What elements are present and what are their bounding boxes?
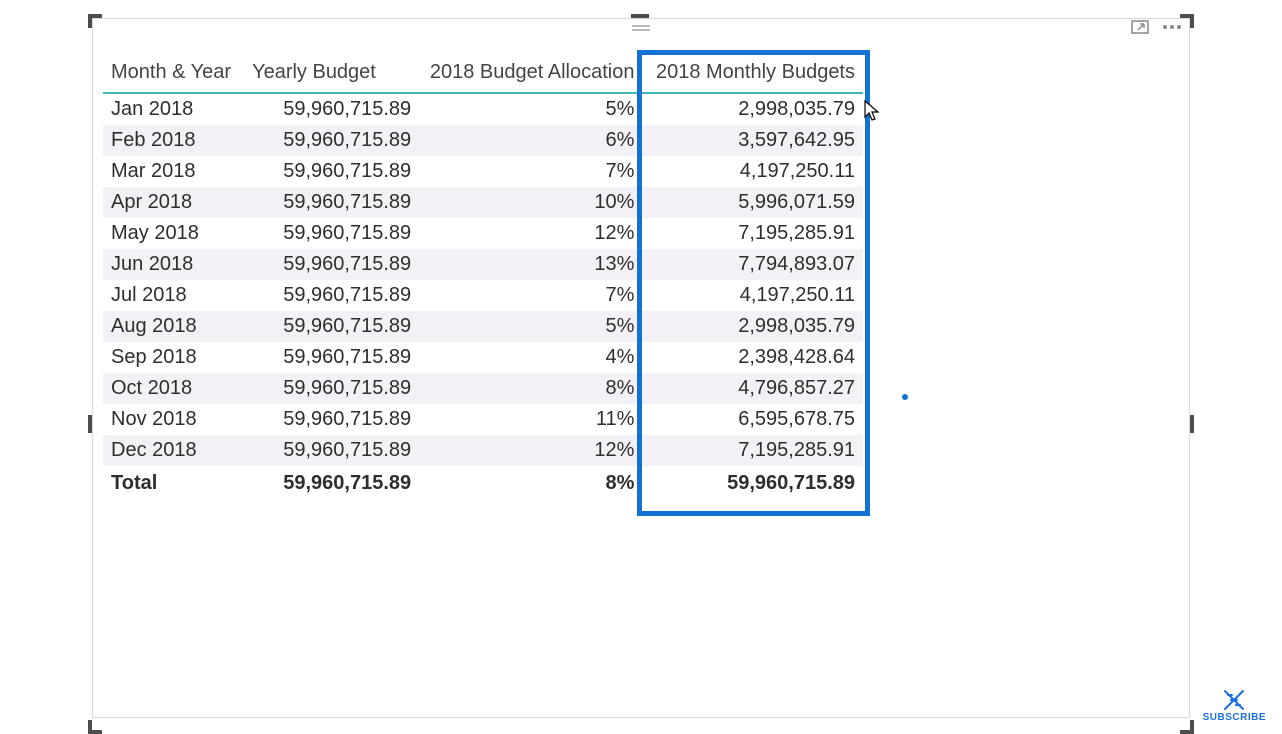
cell-alloc: 5% [419,311,642,342]
table-row[interactable]: Dec 201859,960,715.8912%7,195,285.91 [103,435,863,466]
total-alloc: 8% [419,466,642,499]
table-row[interactable]: Apr 201859,960,715.8910%5,996,071.59 [103,187,863,218]
cell-yearly: 59,960,715.89 [244,187,419,218]
cell-month: Aug 2018 [103,311,244,342]
cell-yearly: 59,960,715.89 [244,125,419,156]
col-header-month-label: Month & Year [111,61,231,83]
cell-yearly: 59,960,715.89 [244,342,419,373]
cell-month: Jan 2018 [103,94,244,125]
cell-month: Feb 2018 [103,125,244,156]
col-header-month[interactable]: Month & Year [103,55,244,94]
table-header-row[interactable]: Month & Year Yearly Budget 2018 Budget A… [103,55,863,94]
table-row[interactable]: Oct 201859,960,715.898%4,796,857.27 [103,373,863,404]
dot-icon [902,394,908,400]
table-row[interactable]: Jun 201859,960,715.8913%7,794,893.07 [103,249,863,280]
col-header-alloc-label: 2018 Budget Allocation [430,61,635,83]
total-label: Total [103,466,244,499]
cell-yearly: 59,960,715.89 [244,435,419,466]
cell-monthly: 6,595,678.75 [642,404,863,435]
cell-month: Apr 2018 [103,187,244,218]
more-options-button[interactable] [1161,16,1183,38]
cell-yearly: 59,960,715.89 [244,311,419,342]
table-row[interactable]: May 201859,960,715.8912%7,195,285.91 [103,218,863,249]
cell-monthly: 7,794,893.07 [642,249,863,280]
frame-handle-right[interactable] [1190,415,1194,433]
table-row[interactable]: Aug 201859,960,715.895%2,998,035.79 [103,311,863,342]
subscribe-badge[interactable]: SUBSCRIBE [1203,689,1266,723]
cell-monthly: 4,197,250.11 [642,280,863,311]
cell-yearly: 59,960,715.89 [244,280,419,311]
cell-month: Nov 2018 [103,404,244,435]
table-row[interactable]: Feb 201859,960,715.896%3,597,642.95 [103,125,863,156]
table-row[interactable]: Sep 201859,960,715.894%2,398,428.64 [103,342,863,373]
cell-month: Jun 2018 [103,249,244,280]
focus-mode-button[interactable] [1129,16,1151,38]
cell-monthly: 2,398,428.64 [642,342,863,373]
focus-mode-icon [1131,20,1149,34]
cell-alloc: 10% [419,187,642,218]
table-row[interactable]: Jan 201859,960,715.895%2,998,035.79 [103,94,863,125]
cell-monthly: 7,195,285.91 [642,218,863,249]
cell-month: Oct 2018 [103,373,244,404]
col-header-yearly-label: Yearly Budget [252,61,376,83]
cell-month: Dec 2018 [103,435,244,466]
cell-alloc: 7% [419,156,642,187]
cell-alloc: 6% [419,125,642,156]
cell-alloc: 4% [419,342,642,373]
cell-alloc: 7% [419,280,642,311]
col-header-alloc[interactable]: 2018 Budget Allocation [419,55,642,94]
cell-yearly: 59,960,715.89 [244,373,419,404]
cell-yearly: 59,960,715.89 [244,249,419,280]
drag-grip-icon[interactable] [632,25,650,31]
table-row[interactable]: Mar 201859,960,715.897%4,197,250.11 [103,156,863,187]
ellipsis-icon [1162,24,1182,30]
cell-yearly: 59,960,715.89 [244,156,419,187]
total-yearly: 59,960,715.89 [244,466,419,499]
cell-alloc: 11% [419,404,642,435]
table-visual[interactable]: Month & Year Yearly Budget 2018 Budget A… [92,18,1190,718]
table-total-row: Total 59,960,715.89 8% 59,960,715.89 [103,466,863,499]
cell-alloc: 12% [419,435,642,466]
frame-corner-bl [88,720,102,734]
table-row[interactable]: Jul 201859,960,715.897%4,197,250.11 [103,280,863,311]
cell-yearly: 59,960,715.89 [244,218,419,249]
cell-monthly: 5,996,071.59 [642,187,863,218]
cell-yearly: 59,960,715.89 [244,94,419,125]
table-row[interactable]: Nov 201859,960,715.8911%6,595,678.75 [103,404,863,435]
col-header-monthly[interactable]: 2018 Monthly Budgets [642,55,863,94]
cell-yearly: 59,960,715.89 [244,404,419,435]
frame-corner-br [1180,720,1194,734]
cell-monthly: 2,998,035.79 [642,94,863,125]
cell-month: Mar 2018 [103,156,244,187]
total-monthly: 59,960,715.89 [642,466,863,499]
col-header-yearly[interactable]: Yearly Budget [244,55,419,94]
cell-month: Sep 2018 [103,342,244,373]
cell-monthly: 7,195,285.91 [642,435,863,466]
cell-monthly: 4,796,857.27 [642,373,863,404]
cell-month: May 2018 [103,218,244,249]
cell-alloc: 5% [419,94,642,125]
subscribe-label: SUBSCRIBE [1203,712,1266,723]
dna-icon [1221,689,1247,711]
cell-alloc: 13% [419,249,642,280]
col-header-monthly-label: 2018 Monthly Budgets [656,61,855,83]
cell-monthly: 4,197,250.11 [642,156,863,187]
cell-monthly: 2,998,035.79 [642,311,863,342]
cell-alloc: 12% [419,218,642,249]
cell-monthly: 3,597,642.95 [642,125,863,156]
budget-table[interactable]: Month & Year Yearly Budget 2018 Budget A… [103,55,863,499]
cell-alloc: 8% [419,373,642,404]
cell-month: Jul 2018 [103,280,244,311]
